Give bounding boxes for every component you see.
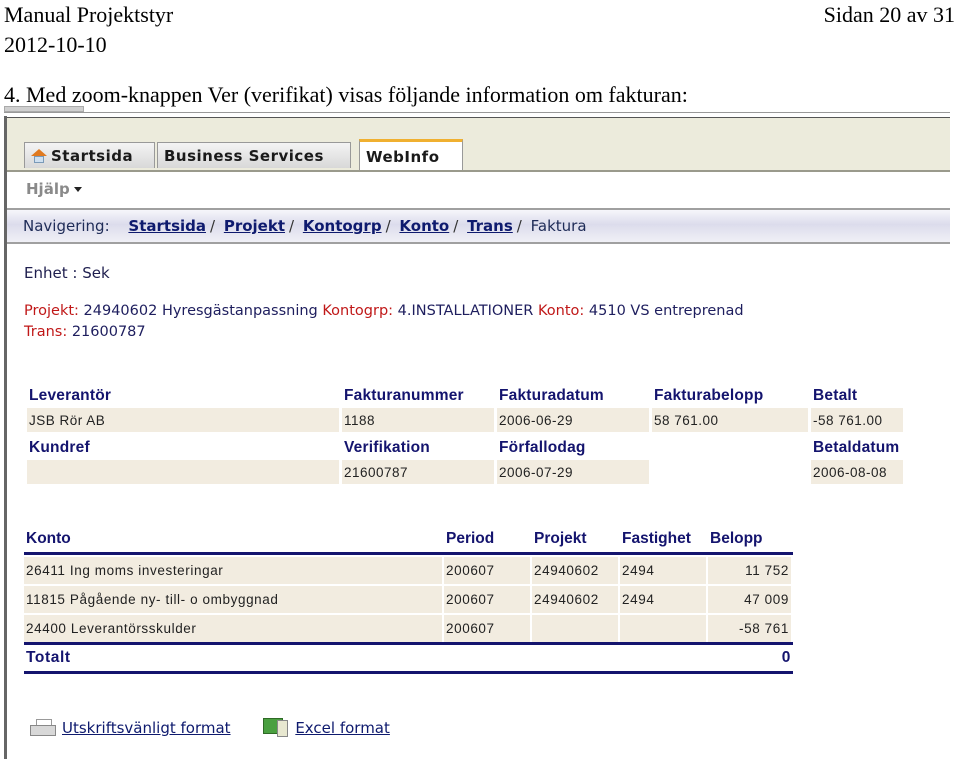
value-fakturabelopp: 58 761.00 xyxy=(652,408,808,432)
header-betaldatum: Betaldatum xyxy=(813,439,900,456)
export-links: Utskriftsvänligt format Excel format xyxy=(30,718,418,737)
header-empty xyxy=(652,432,808,460)
header-fakturanummer: Fakturanummer xyxy=(344,387,464,404)
page-number: Sidan 20 av 31 xyxy=(823,2,955,27)
step-instruction: 4. Med zoom-knappen Ver (verifikat) visa… xyxy=(4,82,688,107)
screenshot-frame: Startsida Business Services WebInfo Hjäl… xyxy=(4,106,950,759)
value-fakturanummer: 1188 xyxy=(342,408,494,432)
trans-value: 21600787 xyxy=(71,324,146,340)
tab-label: Business Services xyxy=(164,147,324,165)
tab-label: WebInfo xyxy=(366,148,440,166)
cell-konto: 24400 Leverantörsskulder xyxy=(24,613,444,642)
table-row: 26411 Ing moms investeringar 200607 2494… xyxy=(24,555,793,584)
value-leverantor: JSB Rör AB xyxy=(27,408,339,432)
total-value: 0 xyxy=(708,642,793,674)
konto-key: Konto: xyxy=(538,303,585,319)
kontogrp-value: 4.INSTALLATIONER xyxy=(397,303,534,319)
breadcrumb-trans[interactable]: Trans xyxy=(467,217,513,235)
cell-projekt xyxy=(532,613,620,642)
value-betaldatum: 2006-08-08 xyxy=(811,460,903,484)
header-betalt: Betalt xyxy=(813,387,858,404)
breadcrumb-current: Faktura xyxy=(530,217,587,235)
breadcrumb-kontogrp[interactable]: Kontogrp xyxy=(303,217,382,235)
projekt-key: Projekt: xyxy=(24,303,79,319)
print-format-link[interactable]: Utskriftsvänligt format xyxy=(62,719,231,737)
tab-webinfo[interactable]: WebInfo xyxy=(359,139,463,170)
tab-bar: Startsida Business Services WebInfo xyxy=(7,118,950,172)
total-label: Totalt xyxy=(24,642,444,674)
header-belopp: Belopp xyxy=(708,526,793,555)
cell-fastighet: 2494 xyxy=(620,584,708,613)
header-forfallodag: Förfallodag xyxy=(499,439,586,456)
account-table: Konto Period Projekt Fastighet Belopp 26… xyxy=(24,526,793,674)
cell-belopp: 47 009 xyxy=(708,584,793,613)
header-verifikation: Verifikation xyxy=(344,439,430,456)
cell-projekt: 24940602 xyxy=(532,584,620,613)
document-title: Manual Projektstyr xyxy=(4,2,174,27)
total-row: Totalt 0 xyxy=(24,642,793,674)
account-header-row: Konto Period Projekt Fastighet Belopp xyxy=(24,526,793,555)
excel-icon xyxy=(263,718,289,737)
value-forfallodag: 2006-07-29 xyxy=(497,460,649,484)
cell-belopp: -58 761 xyxy=(708,613,793,642)
invoice-value-row: 21600787 2006-07-29 2006-08-08 xyxy=(27,460,903,484)
cell-belopp: 11 752 xyxy=(708,555,793,584)
breadcrumb-konto[interactable]: Konto xyxy=(399,217,449,235)
cell-period: 200607 xyxy=(444,613,532,642)
tab-business-services[interactable]: Business Services xyxy=(157,142,351,168)
chevron-down-icon xyxy=(73,187,82,192)
projekt-value: 24940602 Hyresgästanpassning xyxy=(83,303,318,319)
value-fakturadatum: 2006-06-29 xyxy=(497,408,649,432)
value-kundref xyxy=(27,460,339,484)
header-leverantor: Leverantör xyxy=(29,387,112,404)
invoice-header-row: Kundref Verifikation Förfallodag Betalda… xyxy=(27,432,903,460)
value-verifikation: 21600787 xyxy=(342,460,494,484)
cell-projekt: 24940602 xyxy=(532,555,620,584)
header-projekt: Projekt xyxy=(532,526,620,555)
document-date: 2012-10-10 xyxy=(4,32,107,57)
breadcrumb-label: Navigering: xyxy=(23,217,110,235)
table-row: 24400 Leverantörsskulder 200607 -58 761 xyxy=(24,613,793,642)
trans-key: Trans: xyxy=(24,324,68,340)
excel-format-link[interactable]: Excel format xyxy=(295,719,390,737)
cell-period: 200607 xyxy=(444,555,532,584)
cell-fastighet: 2494 xyxy=(620,555,708,584)
cell-konto: 26411 Ing moms investeringar xyxy=(24,555,444,584)
header-kundref: Kundref xyxy=(29,439,90,456)
header-fakturadatum: Fakturadatum xyxy=(499,387,604,404)
invoice-value-row: JSB Rör AB 1188 2006-06-29 58 761.00 -58… xyxy=(27,408,903,432)
printer-icon xyxy=(30,719,56,736)
cell-konto: 11815 Pågående ny- till- o ombyggnad xyxy=(24,584,444,613)
header-konto: Konto xyxy=(24,526,444,555)
header-fastighet: Fastighet xyxy=(620,526,708,555)
breadcrumb-startsida[interactable]: Startsida xyxy=(128,217,206,235)
document-header: Manual Projektstyr 2012-10-10 xyxy=(4,0,173,60)
cell-fastighet xyxy=(620,613,708,642)
breadcrumb-projekt[interactable]: Projekt xyxy=(224,217,285,235)
invoice-details: Leverantör Fakturanummer Fakturadatum Fa… xyxy=(24,384,906,484)
kontogrp-key: Kontogrp: xyxy=(322,303,394,319)
home-icon xyxy=(31,149,47,163)
value-empty xyxy=(652,460,808,484)
table-row: 11815 Pågående ny- till- o ombyggnad 200… xyxy=(24,584,793,613)
help-menu-label: Hjälp xyxy=(26,180,70,198)
cell-period: 200607 xyxy=(444,584,532,613)
header-period: Period xyxy=(444,526,532,555)
konto-value: 4510 VS entreprenad xyxy=(588,303,744,319)
tab-label: Startsida xyxy=(51,147,134,165)
help-menu[interactable]: Hjälp xyxy=(26,180,82,198)
context-info: Projekt: 24940602 Hyresgästanpassning Ko… xyxy=(24,301,744,343)
invoice-header-row: Leverantör Fakturanummer Fakturadatum Fa… xyxy=(27,384,903,408)
header-fakturabelopp: Fakturabelopp xyxy=(654,387,764,404)
tab-startsida[interactable]: Startsida xyxy=(24,142,155,168)
value-betalt: -58 761.00 xyxy=(811,408,903,432)
breadcrumb: Navigering: Startsida / Projekt / Kontogrp… xyxy=(7,208,950,244)
currency-unit: Enhet : Sek xyxy=(24,264,110,282)
